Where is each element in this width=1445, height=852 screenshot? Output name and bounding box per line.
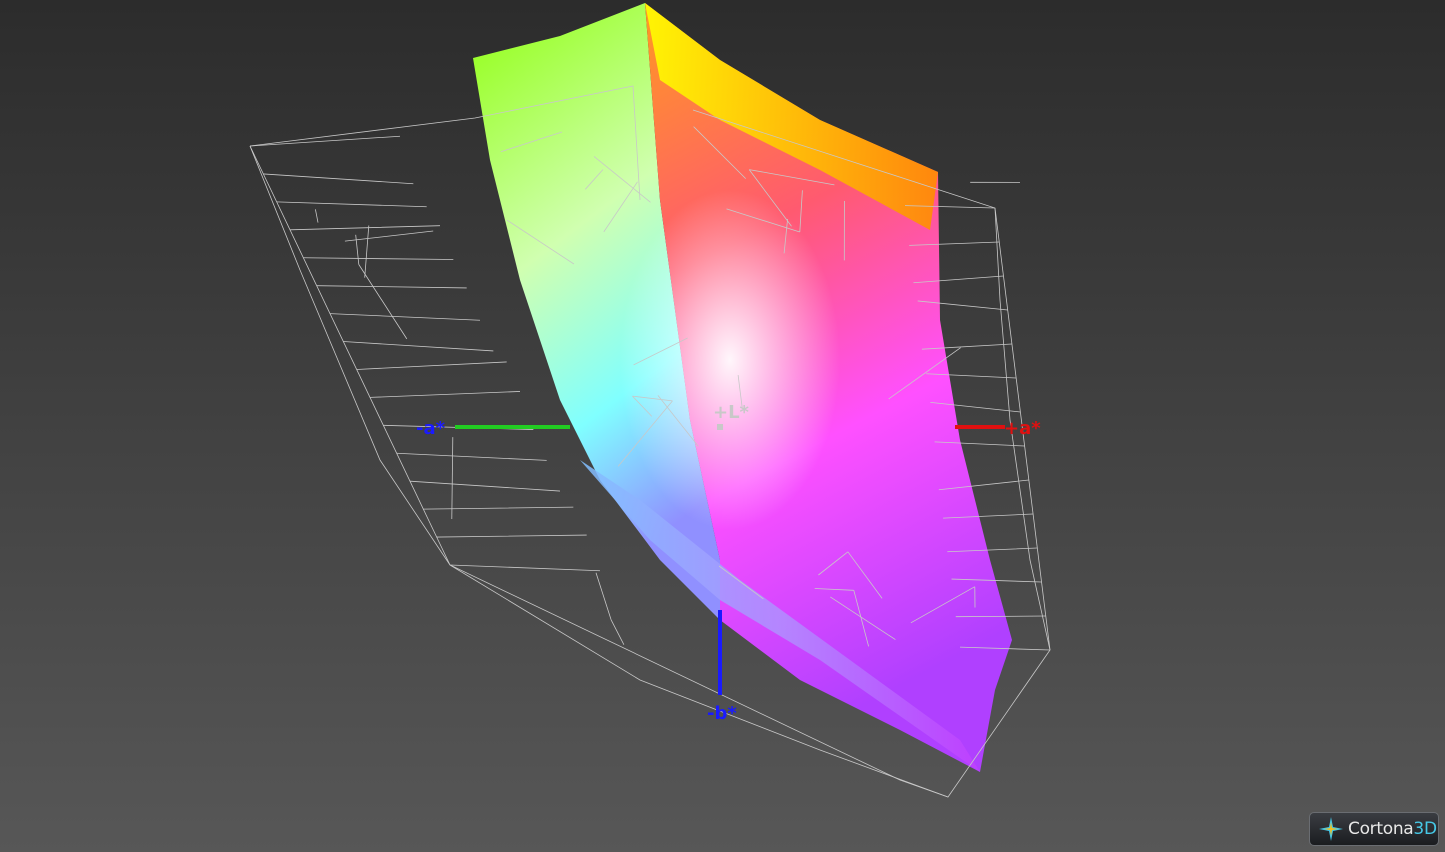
axis-label-l-plus: +L*: [713, 402, 750, 423]
logo-text: Cortona3D: [1348, 819, 1437, 839]
axis-label-a-plus: +a*: [1004, 418, 1041, 439]
gamut-3d-viewport[interactable]: +L* -a* +a* -b*: [0, 0, 1445, 852]
gamut-solid: [473, 3, 1012, 772]
axis-label-a-minus: -a*: [416, 418, 446, 439]
cortona3d-logo[interactable]: Cortona3D: [1309, 812, 1439, 846]
cortona-star-icon: [1319, 817, 1343, 841]
origin-marker: [717, 424, 723, 430]
axis-label-b-minus: -b*: [707, 703, 737, 724]
